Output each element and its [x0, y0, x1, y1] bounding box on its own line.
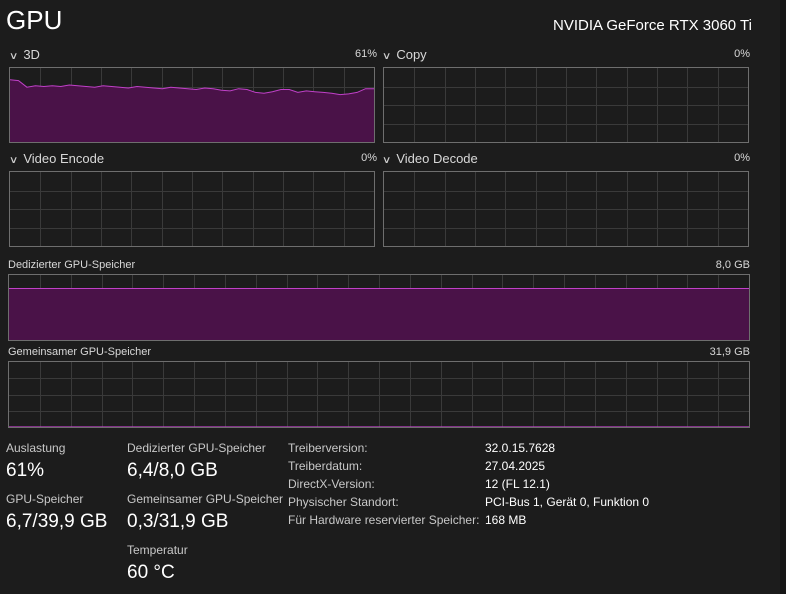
info-key: Für Hardware reservierter Speicher: [288, 513, 480, 527]
graph-video-encode-chart [10, 172, 374, 246]
info-value: 27.04.2025 [485, 459, 546, 473]
shared-memory-capacity: 31,9 GB [709, 346, 750, 358]
info-key: Physischer Standort: [288, 495, 399, 509]
graph-3d-chart [10, 68, 374, 142]
stat-gpu-memory-label: GPU-Speicher [6, 492, 84, 506]
info-value: 12 (FL 12.1) [485, 477, 550, 491]
chevron-down-icon[interactable]: ∨ [9, 155, 19, 166]
gpu-model-name: NVIDIA GeForce RTX 3060 Ti [553, 17, 752, 34]
graph-3d-percent: 61% [354, 48, 377, 60]
shared-memory-chart [9, 362, 749, 427]
stat-shared-value: 0,3/31,9 GB [127, 511, 229, 532]
graph-3d-label: 3D [23, 47, 40, 62]
info-key: DirectX-Version: [288, 477, 375, 491]
dedicated-memory-chart [9, 275, 749, 340]
stat-shared-label: Gemeinsamer GPU-Speicher [127, 492, 284, 506]
info-value: 32.0.15.7628 [485, 441, 556, 455]
stat-temperature-value: 60 °C [127, 562, 175, 583]
graph-video-decode-selector[interactable]: ∨ Video Decode [382, 150, 478, 168]
chevron-down-icon[interactable]: ∨ [9, 51, 19, 62]
shared-memory-graph [8, 361, 750, 428]
graph-video-encode-percent: 0% [361, 152, 377, 164]
graph-copy-label: Copy [396, 47, 427, 62]
info-key: Treiberversion: [288, 441, 368, 455]
memory-usage-area [9, 288, 749, 340]
graph-video-encode [9, 171, 375, 247]
stat-temperature-label: Temperatur [127, 543, 188, 557]
stat-utilization-value: 61% [6, 460, 45, 481]
dedicated-memory-graph [8, 274, 750, 341]
dedicated-memory-label: Dedizierter GPU-Speicher [8, 259, 136, 271]
graph-video-encode-label: Video Encode [23, 151, 105, 166]
stat-dedicated-value: 6,4/8,0 GB [127, 460, 218, 481]
chevron-down-icon[interactable]: ∨ [382, 51, 392, 62]
graph-copy-selector[interactable]: ∨ Copy [382, 46, 427, 64]
dedicated-memory-capacity: 8,0 GB [715, 259, 750, 271]
chevron-down-icon[interactable]: ∨ [382, 155, 392, 166]
graph-copy-chart [384, 68, 748, 142]
graph-video-decode-label: Video Decode [396, 151, 478, 166]
shared-memory-label: Gemeinsamer GPU-Speicher [8, 346, 152, 358]
graph-copy [383, 67, 749, 143]
graph-copy-percent: 0% [734, 48, 750, 60]
info-value: 168 MB [485, 513, 527, 527]
stat-utilization-label: Auslastung [6, 441, 66, 455]
graph-video-encode-selector[interactable]: ∨ Video Encode [9, 150, 105, 168]
graph-3d [9, 67, 375, 143]
window-edge [780, 0, 786, 594]
stat-dedicated-label: Dedizierter GPU-Speicher [127, 441, 266, 455]
stat-gpu-memory-value: 6,7/39,9 GB [6, 511, 108, 532]
info-key: Treiberdatum: [288, 459, 363, 473]
graph-video-decode-chart [384, 172, 748, 246]
info-value: PCI-Bus 1, Gerät 0, Funktion 0 [485, 495, 650, 509]
graph-3d-selector[interactable]: ∨ 3D [9, 46, 40, 64]
graph-video-decode-percent: 0% [734, 152, 750, 164]
graph-video-decode [383, 171, 749, 247]
page-title: GPU [6, 5, 63, 35]
